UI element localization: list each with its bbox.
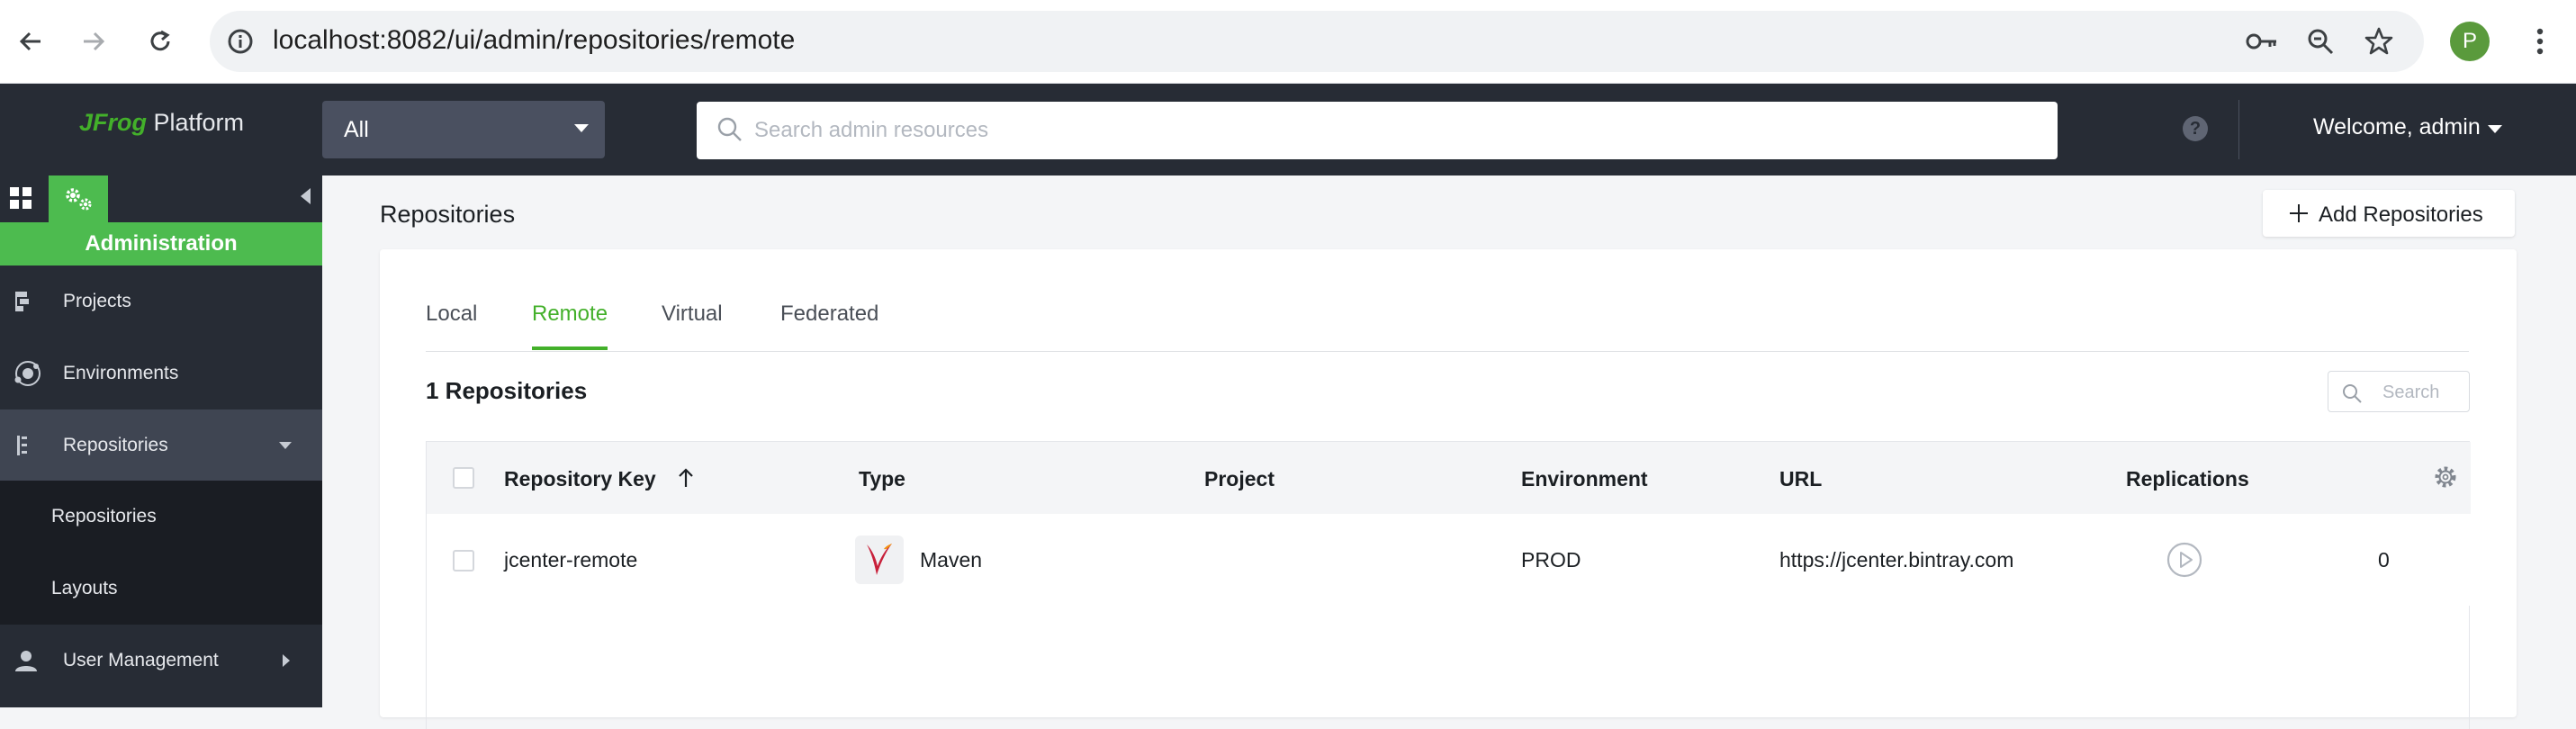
tab-virtual[interactable]: Virtual	[662, 302, 723, 350]
sort-ascending-icon[interactable]	[677, 467, 695, 489]
gears-icon	[66, 188, 92, 211]
column-header-url[interactable]: URL	[1779, 467, 1822, 491]
url-host: localhost	[273, 25, 380, 55]
cell-environment: PROD	[1521, 548, 1581, 572]
repositories-submenu: Repositories Layouts	[0, 481, 322, 625]
tabs-divider	[426, 351, 2469, 352]
sidebar-item-user-management[interactable]: User Management	[0, 625, 322, 697]
add-repositories-button[interactable]: Add Repositories	[2263, 190, 2515, 237]
row-checkbox[interactable]	[453, 550, 474, 572]
repository-count: 1 Repositories	[426, 377, 588, 404]
submenu-item-label: Layouts	[51, 578, 118, 598]
scope-select[interactable]: All	[322, 101, 605, 158]
url-text: localhost:8082/ui/admin/repositories/rem…	[273, 25, 795, 56]
repositories-icon	[13, 433, 38, 458]
add-repositories-label: Add Repositories	[2319, 202, 2483, 227]
column-header-project[interactable]: Project	[1204, 467, 1274, 491]
submenu-item-label: Repositories	[51, 506, 157, 526]
url-path: :8082/ui/admin/repositories/remote	[379, 25, 796, 55]
arrow-right-icon	[84, 32, 105, 51]
header-divider	[2238, 100, 2239, 159]
chevron-down-icon	[574, 124, 589, 132]
address-bar[interactable]: localhost:8082/ui/admin/repositories/rem…	[210, 11, 2424, 72]
tab-federated[interactable]: Federated	[780, 302, 878, 350]
user-menu[interactable]: Welcome, admin	[2313, 114, 2481, 140]
site-info-icon[interactable]	[222, 23, 258, 59]
gear-icon[interactable]	[2432, 464, 2459, 490]
bookmark-star-icon[interactable]	[2361, 23, 2397, 59]
select-all-checkbox[interactable]	[453, 467, 474, 489]
repositories-card: Local Remote Virtual Federated 1 Reposit…	[380, 249, 2517, 729]
browser-toolbar: localhost:8082/ui/admin/repositories/rem…	[0, 0, 2576, 84]
column-header-environment[interactable]: Environment	[1521, 467, 1648, 491]
app-header: JFrog Platform All Search admin resource…	[0, 84, 2576, 176]
forward-button[interactable]	[72, 20, 115, 63]
search-icon	[2341, 382, 2363, 404]
administration-title: Administration	[0, 222, 322, 266]
submenu-item-repositories[interactable]: Repositories	[0, 481, 322, 553]
sidebar-item-repositories[interactable]: Repositories	[0, 410, 322, 482]
password-key-icon[interactable]	[2244, 23, 2280, 59]
column-header-type[interactable]: Type	[859, 467, 905, 491]
reload-button[interactable]	[139, 20, 182, 63]
sidebar-item-label: Repositories	[63, 435, 168, 455]
user-menu-chevron-icon[interactable]	[2488, 125, 2502, 133]
search-icon	[716, 116, 743, 143]
repositories-table: Repository Key Type Project Environment …	[426, 441, 2471, 729]
page-title: Repositories	[380, 201, 516, 228]
arrow-left-icon	[19, 32, 41, 51]
submenu-item-layouts[interactable]: Layouts	[0, 553, 322, 625]
browser-menu-icon[interactable]	[2520, 22, 2560, 61]
chevron-down-icon	[279, 442, 292, 449]
tab-local[interactable]: Local	[426, 302, 477, 350]
user-icon	[13, 647, 40, 674]
tab-remote[interactable]: Remote	[532, 302, 608, 350]
profile-avatar[interactable]: P	[2450, 22, 2490, 61]
cell-replications: 0	[2378, 548, 2390, 572]
sidebar-item-label: Projects	[63, 291, 131, 311]
table-search-input[interactable]: Search	[2328, 371, 2470, 412]
table-search-placeholder: Search	[2382, 382, 2440, 402]
maven-icon	[855, 536, 904, 584]
scope-value: All	[344, 117, 369, 142]
logo-product: Platform	[147, 109, 245, 136]
search-placeholder: Search admin resources	[754, 118, 989, 142]
table-row[interactable]: jcenter-remote Maven PROD https://jcente…	[427, 514, 2471, 606]
admin-search-input[interactable]: Search admin resources	[697, 102, 2058, 159]
cell-type: Maven	[920, 548, 983, 572]
help-icon[interactable]: ?	[2183, 116, 2208, 141]
column-header-replications[interactable]: Replications	[2126, 467, 2249, 491]
sidebar-item-label: User Management	[63, 650, 219, 670]
sidebar-item-environments[interactable]: Environments	[0, 338, 322, 410]
sidebar-top: Administration	[0, 176, 322, 266]
logo-brand: JFrog	[79, 109, 148, 136]
main-content: Repositories Add Repositories Local Remo…	[322, 176, 2576, 729]
column-header-repository-key[interactable]: Repository Key	[504, 467, 656, 491]
jfrog-logo[interactable]: JFrog Platform	[79, 109, 244, 137]
table-header: Repository Key Type Project Environment …	[427, 442, 2471, 514]
chevron-right-icon	[283, 654, 290, 667]
zoom-icon[interactable]	[2302, 23, 2338, 59]
reload-icon	[150, 30, 170, 51]
collapse-sidebar-icon[interactable]	[301, 188, 311, 204]
administration-tab[interactable]	[49, 176, 108, 222]
sidebar: Administration Projects Environments Rep…	[0, 176, 322, 707]
projects-icon	[13, 289, 38, 314]
sidebar-item-label: Environments	[63, 363, 179, 383]
cell-url: https://jcenter.bintray.com	[1779, 548, 2014, 572]
environments-icon	[13, 358, 43, 389]
sidebar-item-projects[interactable]: Projects	[0, 266, 322, 338]
back-button[interactable]	[9, 20, 52, 63]
play-circle-icon[interactable]	[2166, 541, 2203, 579]
plus-icon	[2288, 202, 2310, 224]
cell-repository-key[interactable]: jcenter-remote	[504, 548, 637, 572]
application-grid-icon[interactable]	[9, 186, 32, 210]
